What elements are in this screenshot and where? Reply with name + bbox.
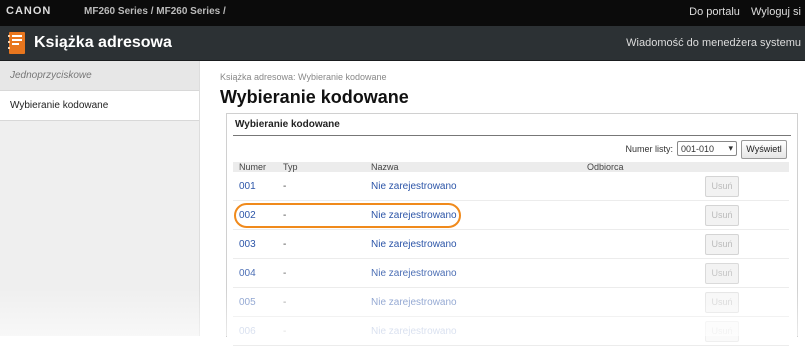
row-recipient (581, 200, 699, 230)
row-number[interactable]: 005 (233, 287, 277, 317)
delete-button[interactable]: Usuń (705, 233, 739, 255)
row-type: - (277, 229, 365, 259)
column-header-type: Typ (277, 162, 365, 172)
table-row: 004 - Nie zarejestrowano Usuń (233, 258, 789, 288)
sidebar-item-one-touch[interactable]: Jednoprzyciskowe (0, 61, 199, 91)
column-header-recipient: Odbiorca (581, 162, 699, 172)
row-name-link[interactable]: Nie zarejestrowano (365, 258, 581, 288)
table-row: 006 - Nie zarejestrowano Usuń (233, 316, 789, 346)
row-type: - (277, 316, 365, 346)
row-recipient (581, 287, 699, 317)
table-row: 003 - Nie zarejestrowano Usuń (233, 229, 789, 259)
column-header-number: Numer (233, 162, 277, 172)
row-type: - (277, 287, 365, 317)
portal-link[interactable]: Do portalu (689, 6, 740, 18)
sidebar: Jednoprzyciskowe Wybieranie kodowane (0, 61, 200, 336)
section-divider (233, 135, 791, 136)
logout-link[interactable]: Wyloguj si (751, 6, 801, 18)
row-name-link[interactable]: Nie zarejestrowano (365, 229, 581, 259)
row-number[interactable]: 001 (233, 172, 277, 201)
row-type: - (277, 172, 365, 201)
row-recipient (581, 229, 699, 259)
device-model: MF260 Series / MF260 Series / (84, 6, 226, 17)
show-button[interactable]: Wyświetl (741, 140, 787, 159)
row-type: - (277, 258, 365, 288)
list-number-select[interactable]: 001-010 ▾ (677, 141, 737, 156)
column-header-action (699, 162, 789, 172)
row-name-link[interactable]: Nie zarejestrowano (365, 172, 581, 201)
list-number-value: 001-010 (681, 143, 715, 154)
list-number-selector: Numer listy: 001-010 ▾ (625, 141, 737, 156)
delete-button[interactable]: Usuń (705, 262, 739, 284)
delete-button[interactable]: Usuń (705, 291, 739, 313)
message-to-admin-link[interactable]: Wiadomość do menedżera systemu (626, 37, 801, 49)
row-number[interactable]: 004 (233, 258, 277, 288)
brand-logo: CANON (6, 5, 52, 17)
list-number-label: Numer listy: (625, 143, 673, 154)
delete-button[interactable]: Usuń (705, 175, 739, 197)
app-header: Książka adresowa Wiadomość do menedżera … (0, 26, 805, 61)
page-title: Wybieranie kodowane (220, 87, 409, 107)
table-row: 001 - Nie zarejestrowano Usuń (233, 172, 789, 201)
top-links: Do portalu Wyloguj si (681, 6, 801, 18)
address-book-icon (8, 32, 25, 54)
row-name-link[interactable]: Nie zarejestrowano (365, 287, 581, 317)
top-bar: CANON MF260 Series / MF260 Series / Do p… (0, 0, 805, 26)
app-title: Książka adresowa (34, 34, 172, 51)
coded-dial-table: Numer Typ Nazwa Odbiorca 001 - Nie zarej… (233, 162, 789, 346)
row-number[interactable]: 003 (233, 229, 277, 259)
row-recipient (581, 172, 699, 201)
section-title: Wybieranie kodowane (235, 119, 340, 130)
delete-button[interactable]: Usuń (705, 320, 739, 342)
highlight-callout (234, 203, 461, 228)
column-header-name: Nazwa (365, 162, 581, 172)
row-name-link[interactable]: Nie zarejestrowano (365, 316, 581, 346)
row-number[interactable]: 006 (233, 316, 277, 346)
row-recipient (581, 258, 699, 288)
table-row: 005 - Nie zarejestrowano Usuń (233, 287, 789, 317)
breadcrumb: Książka adresowa: Wybieranie kodowane (220, 72, 387, 82)
row-recipient (581, 316, 699, 346)
sidebar-item-coded-dial[interactable]: Wybieranie kodowane (0, 91, 199, 121)
table-header-row: Numer Typ Nazwa Odbiorca (233, 162, 789, 172)
delete-button[interactable]: Usuń (705, 204, 739, 226)
chevron-down-icon: ▾ (728, 143, 733, 153)
